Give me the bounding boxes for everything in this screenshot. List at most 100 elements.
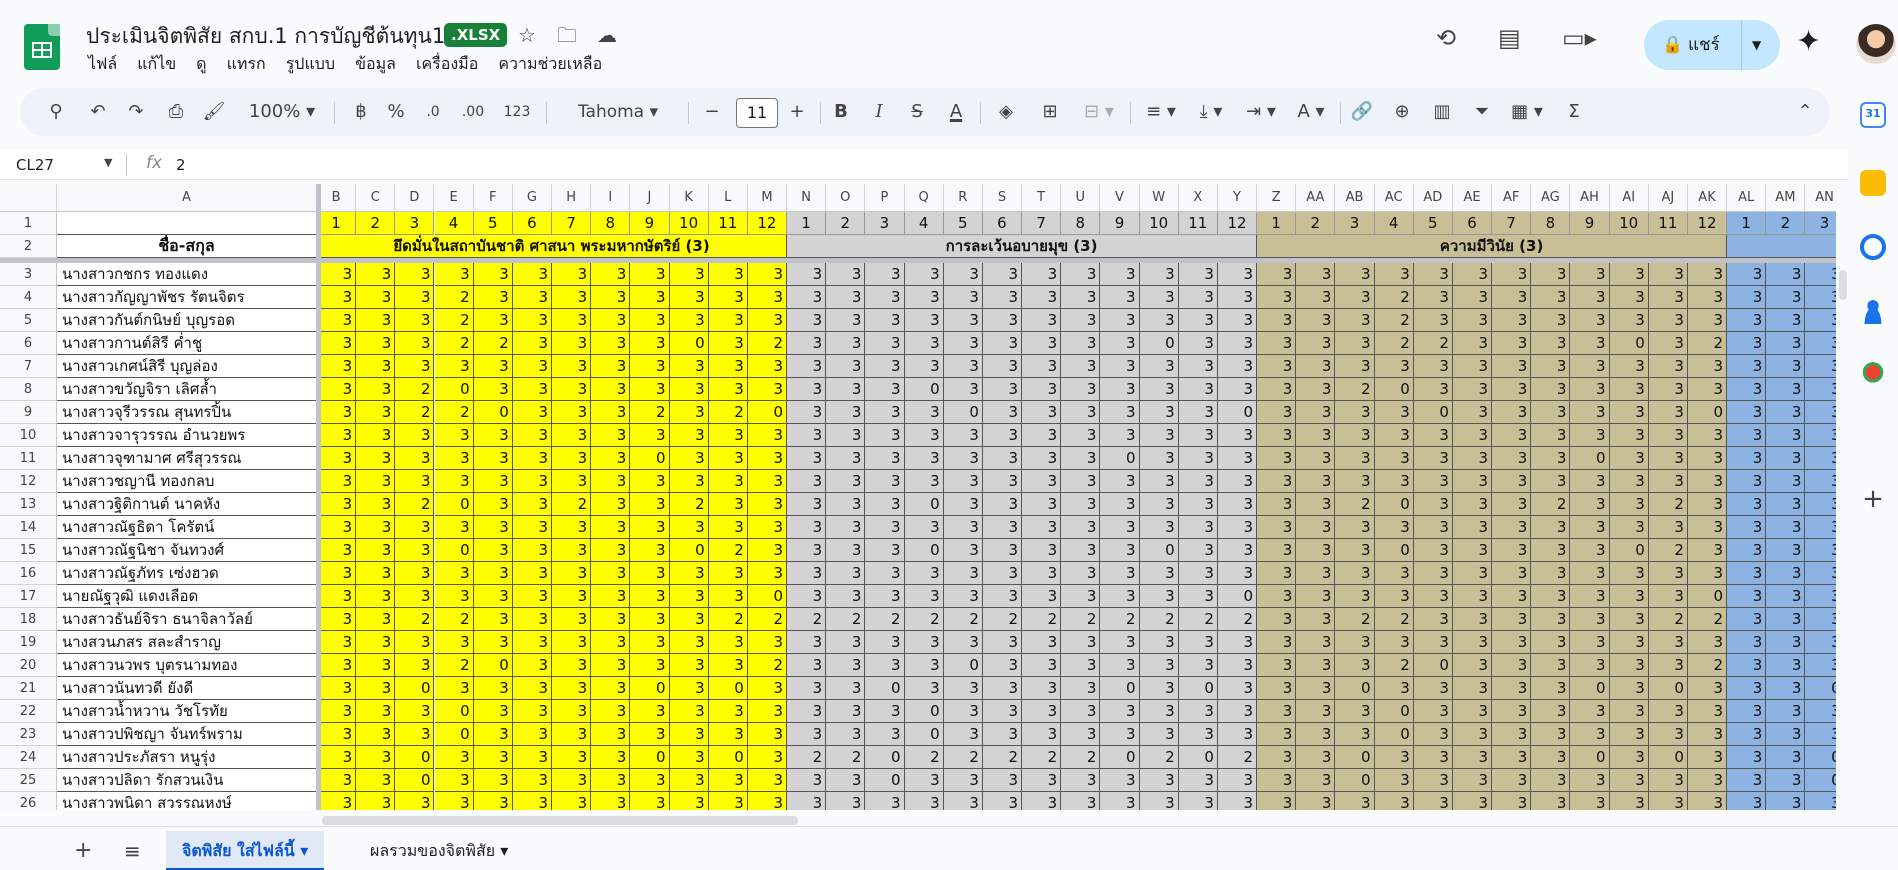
student-name-cell[interactable]: นางสาวณัฐนิชา จันทวงศ์	[57, 539, 317, 562]
score-cell[interactable]: 3	[1217, 355, 1258, 378]
tab-summary-sheet[interactable]: ผลรวมของจิตพิสัย ▾	[354, 831, 524, 870]
score-cell[interactable]: 3	[904, 447, 944, 470]
score-cell[interactable]: 3	[1139, 585, 1179, 608]
score-cell[interactable]: 3	[1139, 470, 1179, 493]
score-cell[interactable]: 3	[512, 654, 552, 677]
score-cell[interactable]: 3	[865, 631, 905, 654]
row-header[interactable]: 18	[0, 608, 57, 631]
row-header[interactable]: 16	[0, 562, 57, 585]
score-cell[interactable]: 0	[708, 746, 748, 769]
group-header-cell[interactable]: การละเว้นอบายมุข (3)	[787, 235, 1258, 258]
score-cell[interactable]: 3	[669, 309, 709, 332]
score-cell[interactable]: 3	[552, 424, 592, 447]
score-cell[interactable]: 3	[1531, 654, 1571, 677]
score-cell[interactable]: 3	[395, 700, 435, 723]
score-cell[interactable]: 2	[434, 608, 474, 631]
score-cell[interactable]: 3	[747, 631, 788, 654]
score-cell[interactable]: 3	[1335, 539, 1375, 562]
score-cell[interactable]: 3	[1531, 516, 1571, 539]
score-cell[interactable]: 3	[747, 378, 788, 401]
score-cell[interactable]: 2	[434, 654, 474, 677]
score-cell[interactable]: 2	[1217, 608, 1258, 631]
score-cell[interactable]: 3	[356, 424, 396, 447]
score-cell[interactable]: 3	[395, 286, 435, 309]
score-cell[interactable]: 3	[1609, 700, 1649, 723]
score-cell[interactable]: 3	[1492, 562, 1532, 585]
score-cell[interactable]: 3	[1217, 470, 1258, 493]
score-cell[interactable]: 3	[1687, 470, 1728, 493]
score-cell[interactable]: 3	[591, 562, 631, 585]
score-cell[interactable]: 3	[1727, 585, 1767, 608]
score-cell[interactable]: 3	[1335, 792, 1375, 810]
header-number-cell[interactable]: 2	[1296, 212, 1336, 235]
score-cell[interactable]: 3	[473, 447, 513, 470]
score-cell[interactable]: 3	[434, 792, 474, 810]
score-cell[interactable]: 3	[1687, 746, 1728, 769]
student-name-cell[interactable]: นางสาวณัฐภัทร เซ่งฮวด	[57, 562, 317, 585]
header-number-cell[interactable]: 4	[1374, 212, 1414, 235]
score-cell[interactable]: 3	[1061, 378, 1101, 401]
score-cell[interactable]: 3	[395, 562, 435, 585]
font-size-input[interactable]: 11	[736, 98, 778, 128]
score-cell[interactable]: 3	[1492, 516, 1532, 539]
score-cell[interactable]: 2	[395, 401, 435, 424]
score-cell[interactable]: 3	[1257, 355, 1297, 378]
score-cell[interactable]: 3	[865, 792, 905, 810]
score-cell[interactable]: 3	[356, 309, 396, 332]
score-cell[interactable]: 3	[1335, 332, 1375, 355]
score-cell[interactable]: 3	[1609, 608, 1649, 631]
score-cell[interactable]: 3	[1727, 562, 1767, 585]
score-cell[interactable]: 3	[1022, 769, 1062, 792]
score-cell[interactable]: 3	[1061, 792, 1101, 810]
score-cell[interactable]: 3	[1531, 447, 1571, 470]
score-cell[interactable]: 3	[1570, 470, 1610, 493]
score-cell[interactable]: 3	[1100, 470, 1140, 493]
score-cell[interactable]: 3	[1413, 309, 1453, 332]
score-cell[interactable]: 3	[512, 723, 552, 746]
score-cell[interactable]: 3	[1609, 447, 1649, 470]
score-cell[interactable]: 3	[1570, 631, 1610, 654]
score-cell[interactable]: 3	[317, 654, 357, 677]
score-cell[interactable]: 0	[1178, 677, 1218, 700]
student-name-cell[interactable]: นางสาวณัฐธิดา โครัตน์	[57, 516, 317, 539]
score-cell[interactable]: 3	[512, 631, 552, 654]
header-number-cell[interactable]: 1	[787, 212, 827, 235]
score-cell[interactable]: 3	[1531, 677, 1571, 700]
score-cell[interactable]: 3	[552, 631, 592, 654]
score-cell[interactable]: 3	[1374, 447, 1414, 470]
column-header[interactable]: Z	[1257, 184, 1297, 212]
column-header[interactable]: G	[512, 184, 552, 212]
score-cell[interactable]: 3	[1100, 355, 1140, 378]
score-cell[interactable]: 3	[356, 723, 396, 746]
score-cell[interactable]: 3	[1648, 769, 1688, 792]
score-cell[interactable]: 3	[787, 470, 827, 493]
score-cell[interactable]: 3	[1178, 378, 1218, 401]
score-cell[interactable]: 3	[1061, 309, 1101, 332]
score-cell[interactable]: 3	[826, 723, 866, 746]
score-cell[interactable]: 3	[1452, 723, 1493, 746]
header-number-cell[interactable]: 6	[1452, 212, 1493, 235]
score-cell[interactable]: 3	[1022, 424, 1062, 447]
score-cell[interactable]: 3	[1257, 677, 1297, 700]
score-cell[interactable]: 3	[1100, 493, 1140, 516]
score-cell[interactable]: 3	[473, 378, 513, 401]
score-cell[interactable]: 3	[1178, 493, 1218, 516]
score-cell[interactable]: 3	[747, 470, 788, 493]
filter-views-icon[interactable]: ▦ ▾	[1504, 88, 1550, 136]
column-header[interactable]: AB	[1335, 184, 1375, 212]
score-cell[interactable]: 3	[434, 424, 474, 447]
menu-view[interactable]: ดู	[186, 52, 216, 77]
score-cell[interactable]: 3	[1531, 746, 1571, 769]
text-color-icon[interactable]: A	[940, 88, 972, 136]
score-cell[interactable]: 0	[669, 539, 709, 562]
score-cell[interactable]: 3	[434, 263, 474, 286]
score-cell[interactable]: 3	[1766, 401, 1806, 424]
score-cell[interactable]: 3	[630, 493, 670, 516]
header-number-cell[interactable]: 10	[1609, 212, 1649, 235]
score-cell[interactable]: 3	[1022, 700, 1062, 723]
score-cell[interactable]: 3	[1609, 562, 1649, 585]
row-header[interactable]: 14	[0, 516, 57, 539]
score-cell[interactable]: 3	[1609, 516, 1649, 539]
score-cell[interactable]: 3	[982, 424, 1023, 447]
score-cell[interactable]: 3	[787, 493, 827, 516]
